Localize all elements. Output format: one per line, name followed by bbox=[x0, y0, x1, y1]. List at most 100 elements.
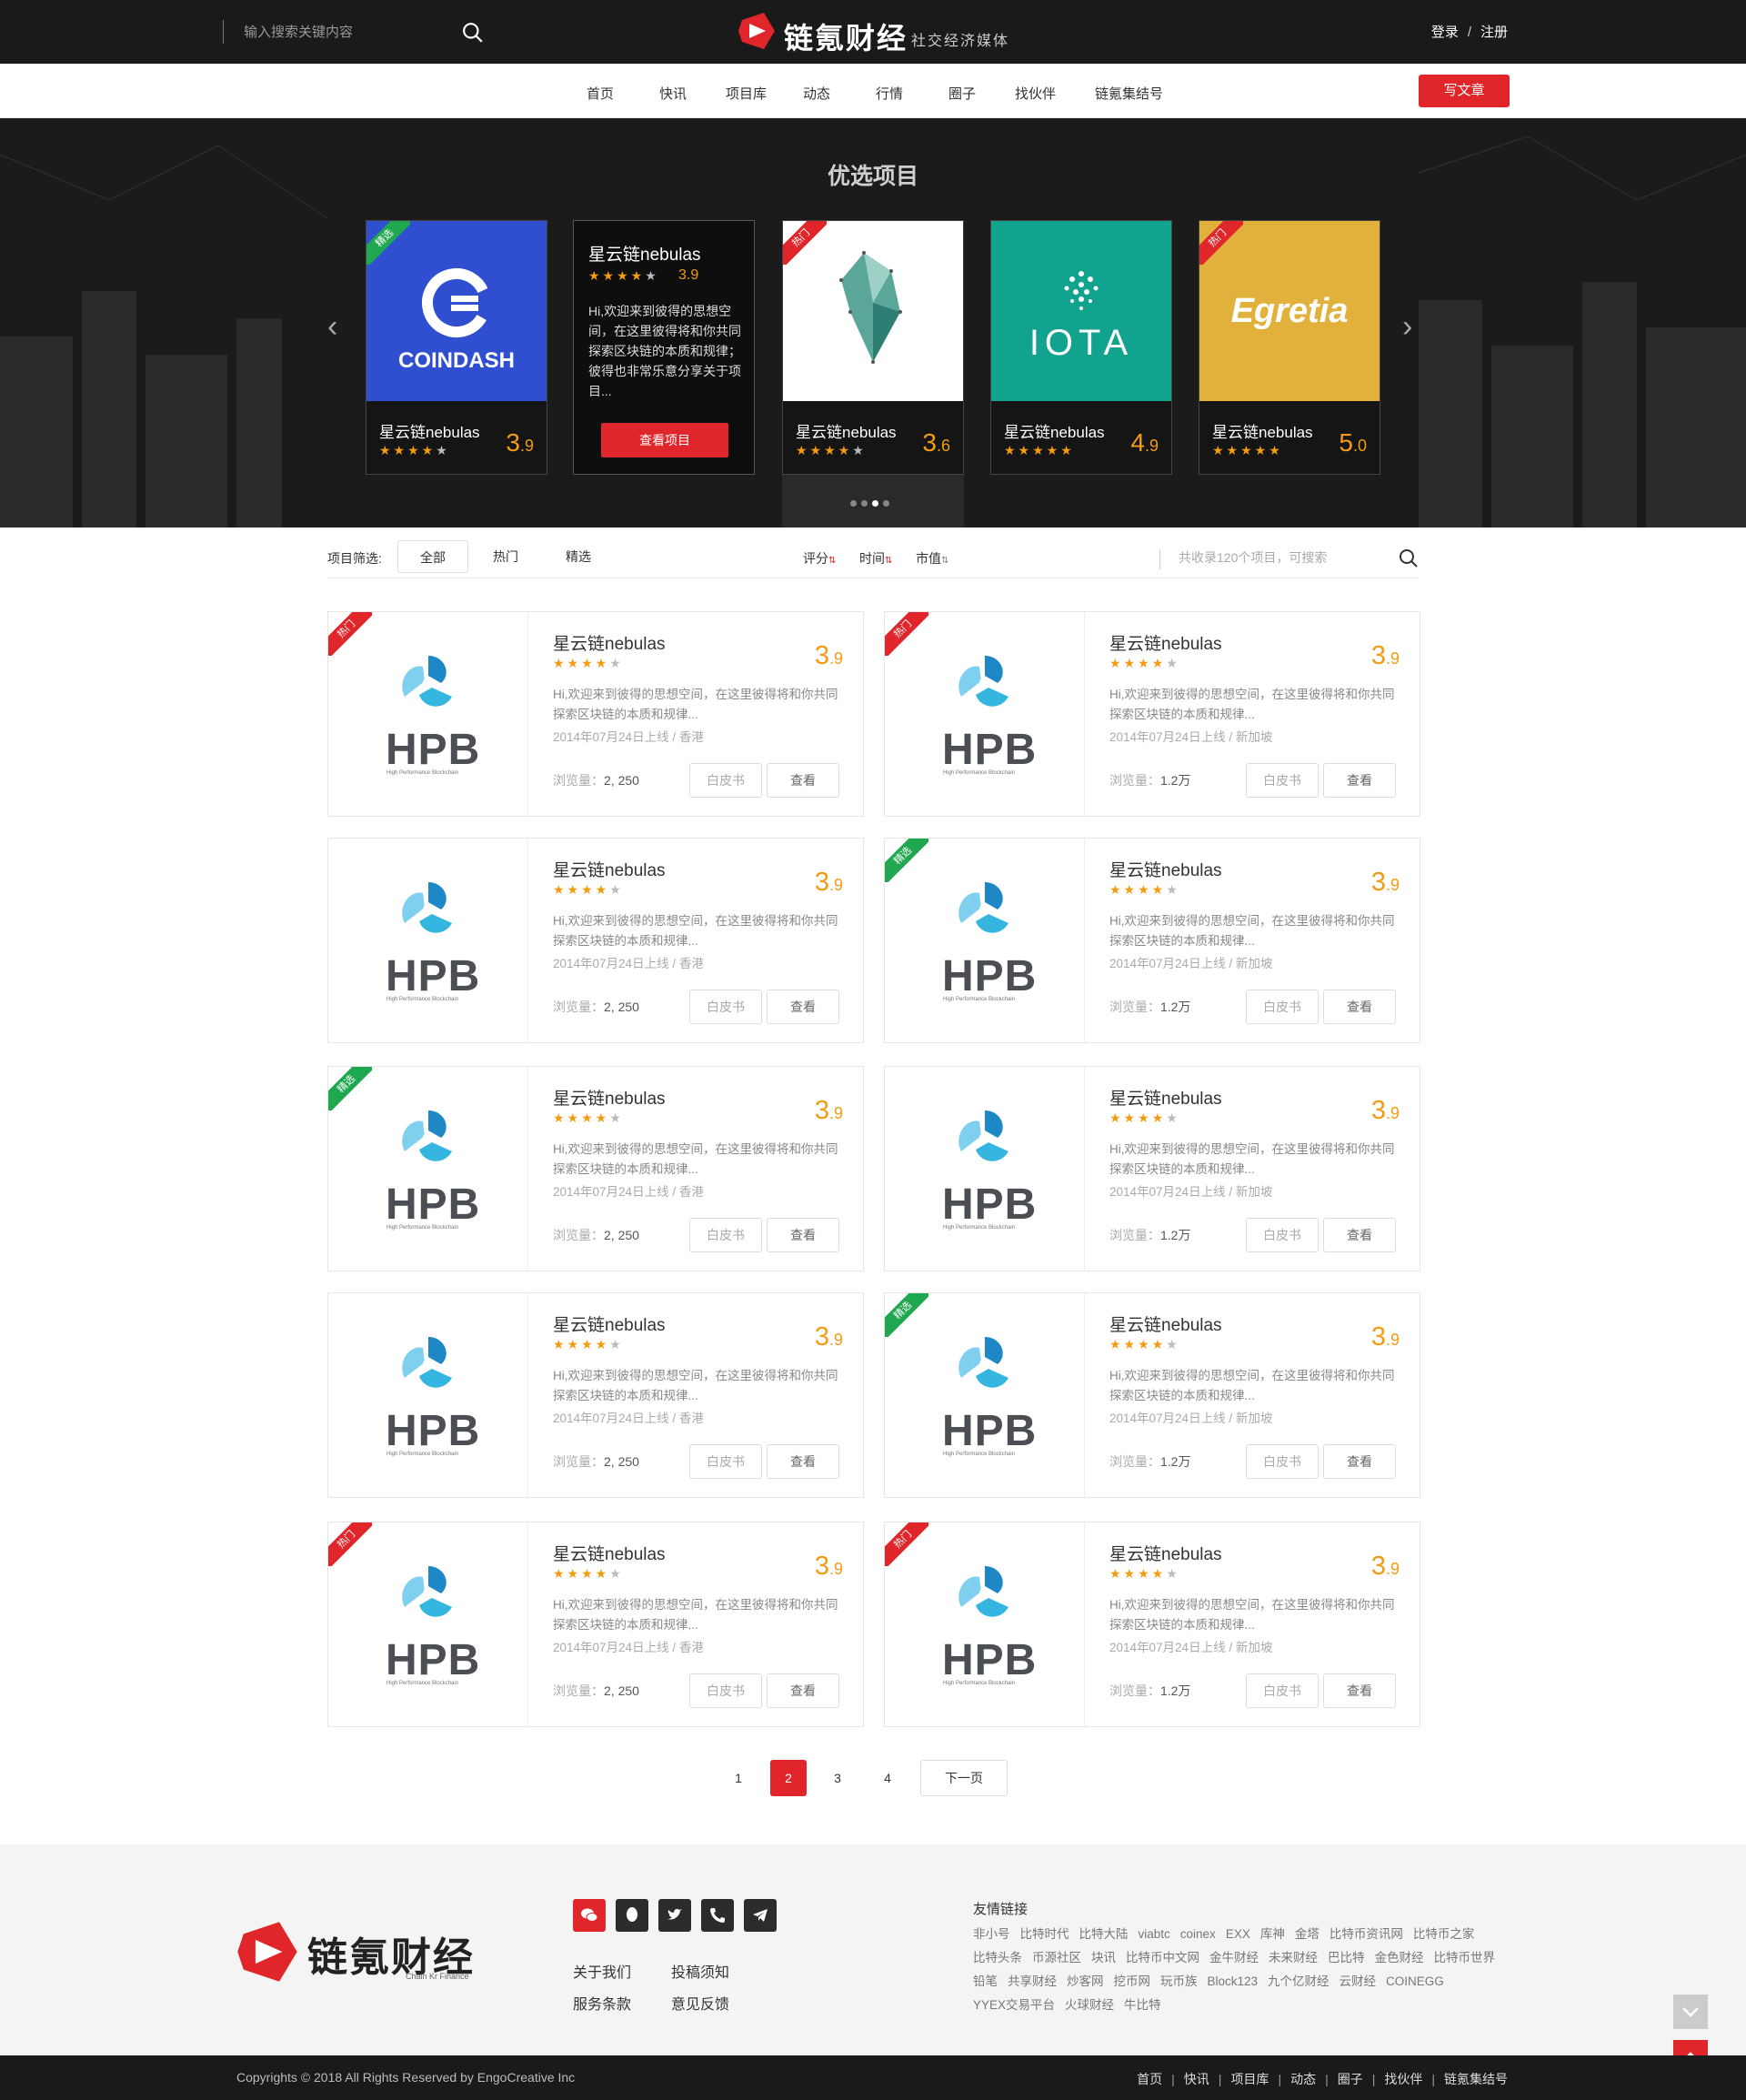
bottom-link[interactable]: 圈子 bbox=[1338, 2070, 1363, 2088]
friend-link[interactable]: 非小号 bbox=[973, 1923, 1010, 1946]
nav-item-flash[interactable]: 快讯 bbox=[659, 84, 687, 103]
view-button[interactable]: 查看 bbox=[767, 1218, 839, 1252]
view-button[interactable]: 查看 bbox=[1323, 1218, 1396, 1252]
bottom-link[interactable]: 链氪集结号 bbox=[1444, 2070, 1508, 2088]
project-search-input[interactable] bbox=[1177, 549, 1377, 566]
project-card[interactable]: HPB High Performance Blockchain 精选 星云链ne… bbox=[327, 1066, 864, 1271]
search-icon[interactable] bbox=[462, 22, 484, 44]
twitter-icon[interactable] bbox=[658, 1899, 691, 1932]
friend-link[interactable]: 比特头条 bbox=[973, 1946, 1022, 1970]
friend-link[interactable]: Block123 bbox=[1208, 1970, 1259, 1994]
site-logo[interactable]: 链氪财经 社交经济媒体 bbox=[737, 11, 1028, 55]
project-card[interactable]: HPB High Performance Blockchain 星云链nebul… bbox=[327, 838, 864, 1043]
friend-link[interactable]: 比特时代 bbox=[1020, 1923, 1069, 1946]
bottom-link[interactable]: 动态 bbox=[1290, 2070, 1316, 2088]
page-button[interactable]: 1 bbox=[720, 1760, 757, 1796]
whitepaper-button[interactable]: 白皮书 bbox=[1246, 763, 1319, 798]
telegram-icon[interactable] bbox=[744, 1899, 777, 1932]
friend-link[interactable]: 铅笔 bbox=[973, 1970, 998, 1994]
featured-card-detail[interactable]: 星云链nebulas ★★★★★ 3.9 Hi,欢迎来到彼得的思想空间，在这里彼… bbox=[573, 220, 755, 475]
page-button-active[interactable]: 2 bbox=[770, 1760, 807, 1796]
whitepaper-button[interactable]: 白皮书 bbox=[1246, 1218, 1319, 1252]
whitepaper-button[interactable]: 白皮书 bbox=[689, 990, 762, 1024]
about-link[interactable]: 关于我们 bbox=[573, 1960, 631, 1982]
submission-link[interactable]: 投稿须知 bbox=[671, 1960, 729, 1982]
view-button[interactable]: 查看 bbox=[767, 990, 839, 1024]
login-link[interactable]: 登录 bbox=[1431, 22, 1459, 41]
friend-link[interactable]: 比特币中文网 bbox=[1126, 1946, 1199, 1970]
qq-icon[interactable] bbox=[616, 1899, 648, 1932]
friend-link[interactable]: 炒客网 bbox=[1067, 1970, 1104, 1994]
project-card[interactable]: HPB High Performance Blockchain 星云链nebul… bbox=[884, 1066, 1420, 1271]
project-card[interactable]: HPB High Performance Blockchain 星云链nebul… bbox=[327, 1292, 864, 1498]
friend-link[interactable]: 未来财经 bbox=[1269, 1946, 1318, 1970]
view-button[interactable]: 查看 bbox=[767, 1444, 839, 1479]
bottom-link[interactable]: 项目库 bbox=[1230, 2070, 1269, 2088]
sort-market-cap[interactable]: 市值⇅ bbox=[916, 549, 948, 568]
view-button[interactable]: 查看 bbox=[767, 1673, 839, 1708]
chevron-right-icon[interactable]: › bbox=[1402, 309, 1412, 345]
nav-item-circle[interactable]: 圈子 bbox=[948, 84, 976, 103]
friend-link[interactable]: 玩币族 bbox=[1160, 1970, 1198, 1994]
nav-item-market[interactable]: 行情 bbox=[876, 84, 903, 103]
friend-link[interactable]: COINEGG bbox=[1386, 1970, 1444, 1994]
project-card[interactable]: HPB High Performance Blockchain 热门 星云链ne… bbox=[884, 611, 1420, 817]
search-icon[interactable] bbox=[1399, 548, 1419, 568]
sort-time[interactable]: 时间⇅ bbox=[859, 549, 892, 568]
bottom-link[interactable]: 找伙伴 bbox=[1384, 2070, 1422, 2088]
friend-link[interactable]: 比特币资讯网 bbox=[1330, 1923, 1403, 1946]
next-page-button[interactable]: 下一页 bbox=[920, 1760, 1008, 1796]
view-button[interactable]: 查看 bbox=[767, 763, 839, 798]
featured-card[interactable]: 热门 星云链nebulas ★★★★★ 3.6 bbox=[782, 220, 964, 475]
friend-link[interactable]: 巴比特 bbox=[1328, 1946, 1365, 1970]
filter-chip-all[interactable]: 全部 bbox=[397, 540, 468, 573]
carousel-dot[interactable] bbox=[883, 500, 889, 507]
bottom-link[interactable]: 首页 bbox=[1137, 2070, 1162, 2088]
friend-link[interactable]: 比特大陆 bbox=[1079, 1923, 1129, 1946]
nav-item-news[interactable]: 动态 bbox=[803, 84, 830, 103]
nav-item-partner[interactable]: 找伙伴 bbox=[1015, 84, 1056, 103]
friend-link[interactable]: 牛比特 bbox=[1124, 1994, 1161, 2017]
nav-item-assembly[interactable]: 链氪集结号 bbox=[1095, 84, 1163, 103]
nav-item-projects[interactable]: 项目库 bbox=[726, 84, 767, 103]
view-button[interactable]: 查看 bbox=[1323, 1673, 1396, 1708]
featured-card[interactable]: COINDASH 精选 星云链nebulas ★★★★★ 3.9 bbox=[366, 220, 547, 475]
friend-link[interactable]: coinex bbox=[1180, 1923, 1216, 1946]
friend-link[interactable]: 共享财经 bbox=[1008, 1970, 1057, 1994]
footer-logo[interactable]: 链氪财经 Chain Kr Finance bbox=[235, 1919, 498, 1988]
phone-icon[interactable] bbox=[701, 1899, 734, 1932]
friend-link[interactable]: viabtc bbox=[1139, 1923, 1170, 1946]
view-button[interactable]: 查看 bbox=[1323, 763, 1396, 798]
friend-link[interactable]: 金牛财经 bbox=[1209, 1946, 1259, 1970]
friend-link[interactable]: 挖币网 bbox=[1114, 1970, 1151, 1994]
project-card[interactable]: HPB High Performance Blockchain 精选 星云链ne… bbox=[884, 838, 1420, 1043]
terms-link[interactable]: 服务条款 bbox=[573, 1992, 631, 2014]
chevron-left-icon[interactable]: ‹ bbox=[327, 309, 337, 345]
view-project-button[interactable]: 查看项目 bbox=[601, 423, 728, 457]
friend-link[interactable]: 云财经 bbox=[1340, 1970, 1377, 1994]
nav-item-home[interactable]: 首页 bbox=[587, 84, 614, 103]
project-card[interactable]: HPB High Performance Blockchain 热门 星云链ne… bbox=[884, 1522, 1420, 1727]
carousel-dot[interactable] bbox=[861, 500, 868, 507]
whitepaper-button[interactable]: 白皮书 bbox=[1246, 990, 1319, 1024]
header-search-input[interactable] bbox=[242, 20, 451, 44]
project-card[interactable]: HPB High Performance Blockchain 热门 星云链ne… bbox=[327, 611, 864, 817]
friend-link[interactable]: 块讯 bbox=[1091, 1946, 1116, 1970]
bottom-link[interactable]: 快讯 bbox=[1184, 2070, 1209, 2088]
feedback-link[interactable]: 意见反馈 bbox=[671, 1992, 729, 2014]
view-button[interactable]: 查看 bbox=[1323, 1444, 1396, 1479]
view-button[interactable]: 查看 bbox=[1323, 990, 1396, 1024]
friend-link[interactable]: 九个亿财经 bbox=[1268, 1970, 1330, 1994]
friend-link[interactable]: 比特币之家 bbox=[1413, 1923, 1475, 1946]
friend-link[interactable]: YYEX交易平台 bbox=[973, 1994, 1055, 2017]
whitepaper-button[interactable]: 白皮书 bbox=[689, 1444, 762, 1479]
friend-link[interactable]: 金塔 bbox=[1295, 1923, 1320, 1946]
friend-link[interactable]: 库神 bbox=[1260, 1923, 1285, 1946]
page-button[interactable]: 3 bbox=[819, 1760, 856, 1796]
filter-chip-selected[interactable]: 精选 bbox=[543, 540, 614, 573]
whitepaper-button[interactable]: 白皮书 bbox=[1246, 1444, 1319, 1479]
sort-rating[interactable]: 评分⇅ bbox=[803, 549, 836, 568]
friend-link[interactable]: EXX bbox=[1226, 1923, 1250, 1946]
page-button[interactable]: 4 bbox=[869, 1760, 906, 1796]
wechat-icon[interactable] bbox=[573, 1899, 606, 1932]
